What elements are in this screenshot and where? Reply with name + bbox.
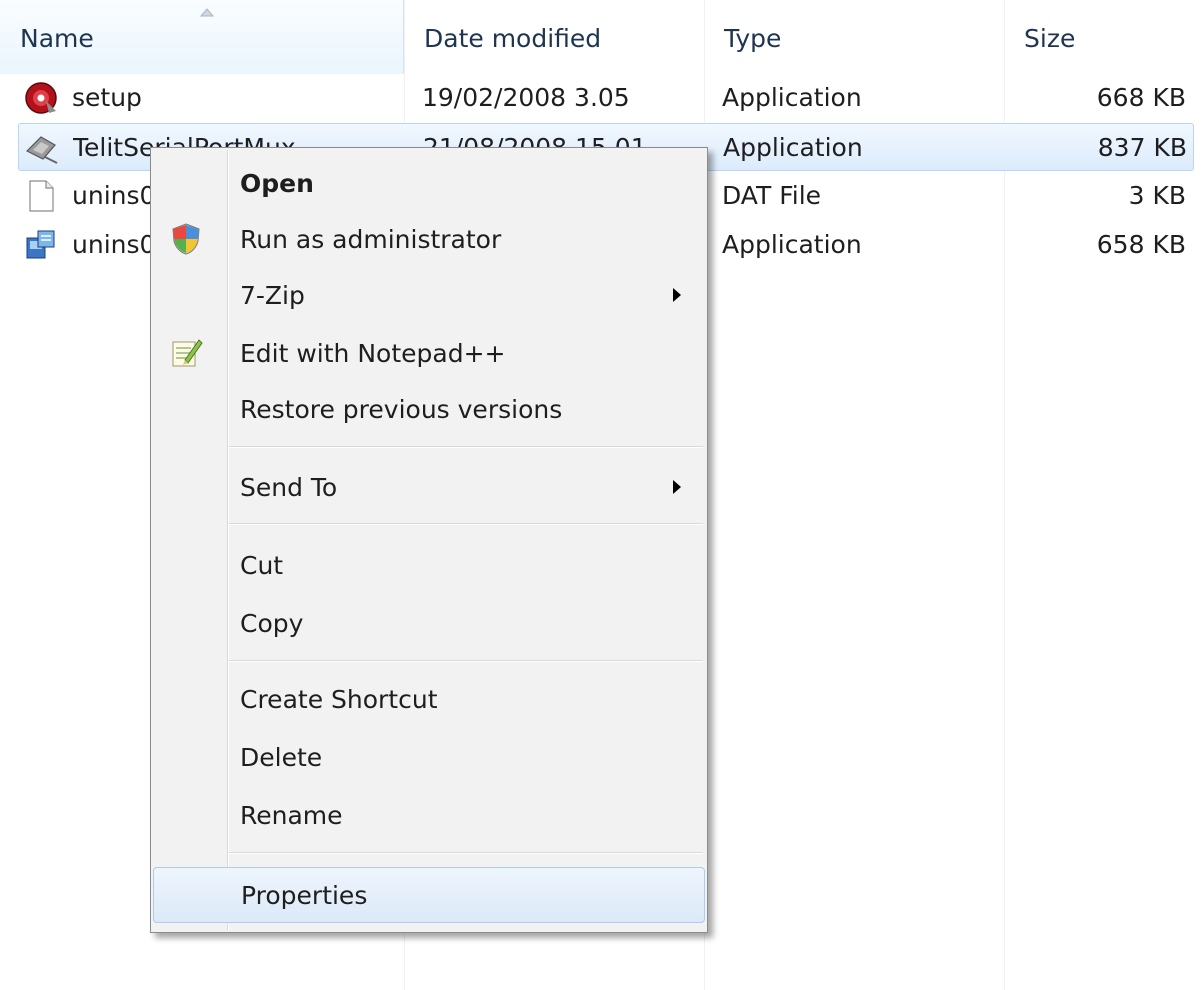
file-size: 668 KB xyxy=(1096,83,1186,112)
menu-item-copy[interactable]: Copy xyxy=(153,596,705,652)
column-header-name[interactable]: Name xyxy=(0,0,404,74)
menu-item-rename[interactable]: Rename xyxy=(153,788,705,844)
column-header-size-label: Size xyxy=(1024,24,1076,53)
notepad-plus-plus-icon xyxy=(172,339,203,367)
column-header-date-label: Date modified xyxy=(424,24,602,53)
setup-disc-icon xyxy=(25,82,57,114)
menu-item-label: Cut xyxy=(240,551,284,580)
menu-item-open[interactable]: Open xyxy=(153,156,705,212)
column-header-type-label: Type xyxy=(724,24,782,53)
menu-item-label: Run as administrator xyxy=(240,225,502,254)
file-explorer-window: Name Date modified Type Size setup 19/02… xyxy=(0,0,1204,990)
menu-separator xyxy=(229,523,703,525)
file-date-modified: 19/02/2008 3.05 xyxy=(422,83,630,112)
menu-item-label: Open xyxy=(240,169,314,198)
file-type: Application xyxy=(723,133,863,162)
file-size: 658 KB xyxy=(1096,230,1186,259)
uac-shield-icon xyxy=(172,223,200,255)
menu-separator xyxy=(229,852,703,854)
menu-item-cut[interactable]: Cut xyxy=(153,538,705,594)
context-menu: Open Run as administrator 7-Zip Edit wit… xyxy=(150,147,708,933)
column-header-size[interactable]: Size xyxy=(1004,0,1204,74)
column-header-type[interactable]: Type xyxy=(704,0,1004,74)
submenu-arrow-icon xyxy=(673,288,681,302)
menu-item-label: Create Shortcut xyxy=(240,685,438,714)
file-type: Application xyxy=(722,83,862,112)
menu-item-label: Delete xyxy=(240,743,323,772)
menu-item-run-as-administrator[interactable]: Run as administrator xyxy=(153,212,705,268)
document-file-icon xyxy=(29,180,54,212)
submenu-arrow-icon xyxy=(673,480,681,494)
file-size: 837 KB xyxy=(1097,133,1187,162)
column-header-name-label: Name xyxy=(20,24,94,53)
column-header-date[interactable]: Date modified xyxy=(404,0,704,74)
file-row-setup[interactable]: setup 19/02/2008 3.05 Application 668 KB xyxy=(18,74,1194,122)
menu-item-edit-with-notepad-plus-plus[interactable]: Edit with Notepad++ xyxy=(153,326,705,382)
menu-item-label: Properties xyxy=(241,881,368,910)
file-type: DAT File xyxy=(722,181,822,210)
menu-item-label: Send To xyxy=(240,473,338,502)
menu-item-label: Restore previous versions xyxy=(240,395,563,424)
menu-item-label: Rename xyxy=(240,801,343,830)
column-headers: Name Date modified Type Size xyxy=(0,0,1204,74)
menu-item-delete[interactable]: Delete xyxy=(153,730,705,786)
file-type: Application xyxy=(722,230,862,259)
menu-separator xyxy=(229,446,703,448)
menu-item-label: 7-Zip xyxy=(240,281,305,310)
serial-port-app-icon xyxy=(25,136,58,164)
menu-item-create-shortcut[interactable]: Create Shortcut xyxy=(153,672,705,728)
file-name: setup xyxy=(72,83,142,112)
menu-item-restore-previous-versions[interactable]: Restore previous versions xyxy=(153,382,705,438)
menu-item-7-zip[interactable]: 7-Zip xyxy=(153,268,705,324)
menu-item-properties[interactable]: Properties xyxy=(153,867,705,923)
sort-ascending-icon xyxy=(200,8,214,17)
menu-item-send-to[interactable]: Send To xyxy=(153,460,705,516)
menu-item-label: Copy xyxy=(240,609,304,638)
menu-separator xyxy=(229,660,703,662)
file-size: 3 KB xyxy=(1128,181,1186,210)
menu-item-label: Edit with Notepad++ xyxy=(240,339,506,368)
uninstaller-icon xyxy=(26,230,55,259)
